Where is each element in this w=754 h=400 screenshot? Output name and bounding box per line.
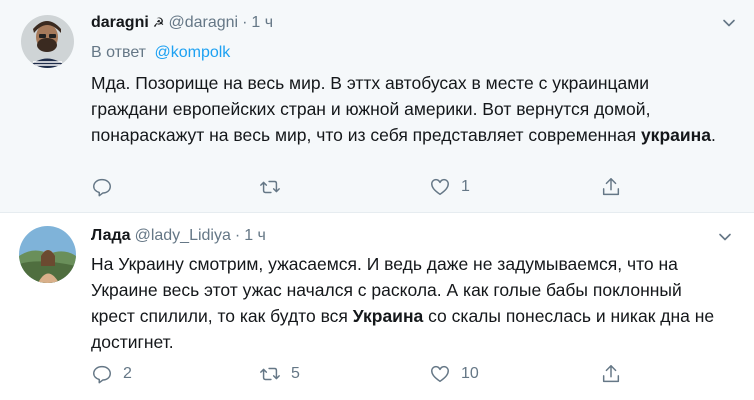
tweet-text-bold: Украина [352,306,424,326]
separator: · [242,14,248,31]
timestamp[interactable]: 1 ч [244,225,266,247]
tweet[interactable]: daragni ☭ @daragni · 1 ч В ответ @kompol… [0,0,754,213]
separator: · [234,227,241,244]
like-count: 1 [461,178,470,195]
tweet[interactable]: Лада @lady_Lidiya · 1 ч На Украину смотр… [0,213,754,400]
retweet-count: 5 [291,365,300,382]
tweet-text: На Украину смотрим, ужасаемся. И ведь да… [91,251,724,355]
avatar[interactable] [19,226,76,283]
retweet-icon [260,180,280,194]
like-button[interactable]: 1 [429,176,470,198]
chevron-down-icon[interactable] [722,16,736,30]
heart-icon [431,178,449,196]
retweet-button[interactable]: 5 [259,363,300,385]
reply-icon [93,178,111,197]
avatar[interactable] [21,15,74,68]
reply-icon [93,365,111,384]
name-symbol: ☭ [152,15,165,30]
reply-context: В ответ @kompolk [91,42,724,64]
share-button[interactable] [600,363,622,385]
user-handle[interactable]: @lady_Lidiya [135,225,231,247]
share-icon [602,178,620,196]
reply-button[interactable]: 2 [91,363,132,385]
retweet-icon [260,367,280,381]
share-button[interactable] [600,176,622,198]
display-name[interactable]: daragni [91,12,149,34]
user-handle[interactable]: @daragni [168,12,238,34]
like-button[interactable]: 10 [429,363,479,385]
retweet-button[interactable] [259,176,291,198]
share-icon [602,365,620,383]
tweet-text-bold: украина [640,125,711,145]
tweet-text-after: . [710,125,716,145]
reply-mention-link[interactable]: @kompolk [154,44,230,61]
heart-icon [431,365,449,383]
tweet-text: Мда. Позорище на весь мир. В эттх автобу… [91,70,724,148]
timestamp[interactable]: 1 ч [251,12,273,34]
reply-count: 2 [123,365,132,382]
chevron-down-icon[interactable] [718,230,732,244]
like-count: 10 [461,365,479,382]
display-name[interactable]: Лада [91,225,131,247]
tweet-text-plain: Мда. Позорище на весь мир. В эттх автобу… [91,73,651,145]
reply-prefix: В ответ [91,44,147,61]
reply-button[interactable] [91,176,123,198]
